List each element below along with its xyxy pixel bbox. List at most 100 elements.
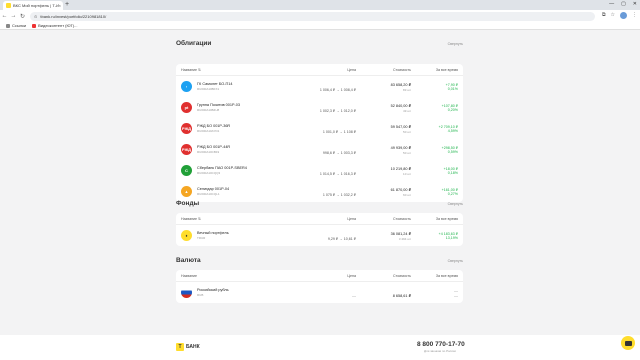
asset-price: 9,29 ₽ → 10,61 ₽ (327, 236, 356, 241)
collapse-link[interactable]: Свернуть (448, 42, 463, 46)
bookmark-star-icon[interactable]: ☆ (611, 12, 615, 19)
asset-cost: 52 840,00 ₽ (390, 103, 411, 108)
asset-ticker: RU000A10CB19 (197, 150, 220, 154)
asset-ticker: RU000A10CQQ3 (197, 171, 221, 175)
asset-ticker: TRUR (197, 236, 206, 240)
chat-button[interactable] (621, 336, 635, 350)
tbank-logo[interactable]: Т БАНК (176, 343, 200, 351)
asset-qty: 3 494 шт (398, 236, 411, 241)
window-controls: — ▢ ✕ (609, 0, 637, 9)
back-icon[interactable]: ← (0, 13, 9, 19)
support-phone[interactable]: 8 800 770-17-70 (417, 341, 465, 348)
profile-avatar[interactable] (620, 12, 627, 19)
collapse-link[interactable]: Свернуть (448, 202, 463, 206)
browser-toolbar: ← → ↻ ⊙ tbank.ru/invest/portfolio/221098… (0, 10, 640, 22)
col-cost[interactable]: Стоимость (356, 274, 411, 278)
youtube-icon (32, 23, 37, 28)
issuer-logo-icon: РЖД (181, 123, 192, 134)
col-total[interactable]: За все время (411, 217, 458, 221)
forward-icon[interactable]: → (9, 13, 18, 19)
asset-price: 1 002,3 ₽ → 1 012,0 ₽ (319, 108, 356, 113)
tab-strip: ВКС Мой портфель | Т-Инвес × + — ▢ ✕ (0, 0, 640, 10)
col-name[interactable]: Название ⇅ (181, 68, 306, 72)
maximize-icon[interactable]: ▢ (621, 0, 626, 9)
asset-name: Российский рубль (197, 288, 229, 292)
asset-qty: 83 шт (403, 87, 411, 92)
asset-ticker: RUB (197, 293, 204, 297)
close-window-icon[interactable]: ✕ (633, 0, 637, 9)
table-row[interactable]: › ГК Самолет БО-П14 RU000A10BFX1 1 006,4 ₽ … (176, 76, 463, 97)
minimize-icon[interactable]: — (609, 0, 614, 9)
asset-ticker: RU000A10BFX1 (197, 87, 220, 91)
asset-qty: 10 шт (403, 171, 411, 176)
asset-qty: 50 шт (403, 150, 411, 155)
new-tab-button[interactable]: + (65, 1, 69, 9)
asset-qty: 50 шт (403, 129, 411, 134)
asset-gain-pct: 0,01% (447, 86, 458, 91)
asset-cost: 83 658,20 ₽ (390, 82, 411, 87)
col-price[interactable]: Цена (306, 68, 356, 72)
asset-price: 1 014,5 ₽ → 1 016,3 ₽ (319, 171, 356, 176)
page-footer: Т БАНК 8 800 770-17-70 Для звонков по Ро… (0, 335, 640, 360)
asset-gain-pct: 4,59% (447, 128, 458, 133)
table-row[interactable]: РЖД РЖД БО 001Р-44R RU000A10CB19 998,6 ₽ → … (176, 139, 463, 160)
bookmark-links[interactable]: Ссылки (6, 23, 26, 28)
asset-ticker: RU000A10CQL1 (197, 192, 220, 196)
issuer-logo-icon: pt (181, 102, 192, 113)
asset-qty: 60 шт (403, 192, 411, 197)
asset-gain-pct: — (454, 292, 458, 298)
asset-qty: 49 шт (403, 108, 411, 113)
url-text: tbank.ru/invest/portfolio/2210981810/ (40, 13, 107, 19)
asset-cost: 59 547,00 ₽ (390, 124, 411, 129)
menu-dots-icon[interactable]: ⋮ (632, 12, 637, 19)
col-total[interactable]: За все время (411, 274, 458, 278)
currency-table: Название Цена Стоимость За все время Рос… (176, 270, 463, 303)
asset-cost: 36 081,24 ₽ (390, 231, 411, 236)
asset-gain-pct: 13,19% (445, 235, 458, 240)
bonds-table: Название ⇅ Цена Стоимость За все время ›… (176, 64, 463, 202)
asset-ticker: RU000A10B4U8 (197, 108, 220, 112)
address-bar[interactable]: ⊙ tbank.ru/invest/portfolio/2210981810/ (30, 11, 595, 21)
col-cost[interactable]: Стоимость (356, 217, 411, 221)
table-row[interactable]: pt Группа Позитив 001Р-03 RU000A10B4U8 1 00… (176, 97, 463, 118)
bookmark-label: Ссылки (12, 23, 27, 28)
asset-price: 1 075 ₽ → 1 032,2 ₽ (322, 192, 356, 197)
reload-icon[interactable]: ↻ (18, 13, 27, 20)
asset-name: Сбербанк ПАО 001Р-SBER4 (197, 166, 247, 170)
section-title: Фонды (176, 200, 200, 207)
table-row[interactable]: Российский рубль RUB — 8 658,61 ₽ — — (176, 282, 463, 303)
asset-price: 1 001,0 ₽ → 1 108 ₽ (322, 129, 356, 134)
issuer-logo-icon: РЖД (181, 144, 192, 155)
russia-flag-icon (181, 287, 192, 298)
table-row[interactable]: РЖД РЖД БО 001Р-36R RU000A10AYD1 1 001,0 ₽ … (176, 118, 463, 139)
chat-bubble-icon (624, 340, 632, 346)
bookmark-video[interactable]: Видеоконтент (ЮТ)... (32, 23, 77, 28)
folder-icon (6, 23, 10, 28)
extensions-icon[interactable]: ⧉ (602, 12, 606, 19)
col-price[interactable]: Цена (306, 217, 356, 221)
browser-tab[interactable]: ВКС Мой портфель | Т-Инвес × (3, 1, 63, 10)
table-header: Название ⇅ Цена Стоимость За все время (176, 64, 463, 76)
table-row[interactable]: ▲ Селигдар 001Р-04 RU000A10CQL1 1 075 ₽ → 1… (176, 181, 463, 202)
col-cost[interactable]: Стоимость (356, 68, 411, 72)
table-row[interactable]: ♦ Вечный портфель TRUR 9,29 ₽ → 10,61 ₽ 36 0… (176, 225, 463, 246)
bonds-section-header: Облигации Свернуть (176, 40, 463, 47)
col-name[interactable]: Название (181, 274, 306, 278)
col-total[interactable]: За все время (411, 68, 458, 72)
table-row[interactable]: С Сбербанк ПАО 001Р-SBER4 RU000A10CQQ3 1 01… (176, 160, 463, 181)
collapse-link[interactable]: Свернуть (448, 259, 463, 263)
site-info-icon[interactable]: ⊙ (34, 14, 37, 19)
col-name[interactable]: Название ⇅ (181, 217, 306, 221)
tab-close-icon[interactable]: × (59, 3, 63, 8)
col-price[interactable]: Цена (306, 274, 356, 278)
asset-gain-pct: 0,27% (447, 191, 458, 196)
asset-price: 998,6 ₽ → 1 003,3 ₽ (322, 150, 356, 155)
asset-name: РЖД БО 001Р-36R (197, 124, 231, 128)
funds-section-header: Фонды Свернуть (176, 200, 463, 207)
asset-cost: 8 658,61 ₽ (392, 293, 411, 298)
tbank-wordmark: БАНК (186, 344, 200, 350)
table-header: Название Цена Стоимость За все время (176, 270, 463, 282)
support-phone-caption: Для звонков по России (424, 349, 456, 353)
bookmark-label: Видеоконтент (ЮТ)... (38, 23, 78, 28)
asset-cost: 49 939,00 ₽ (390, 145, 411, 150)
